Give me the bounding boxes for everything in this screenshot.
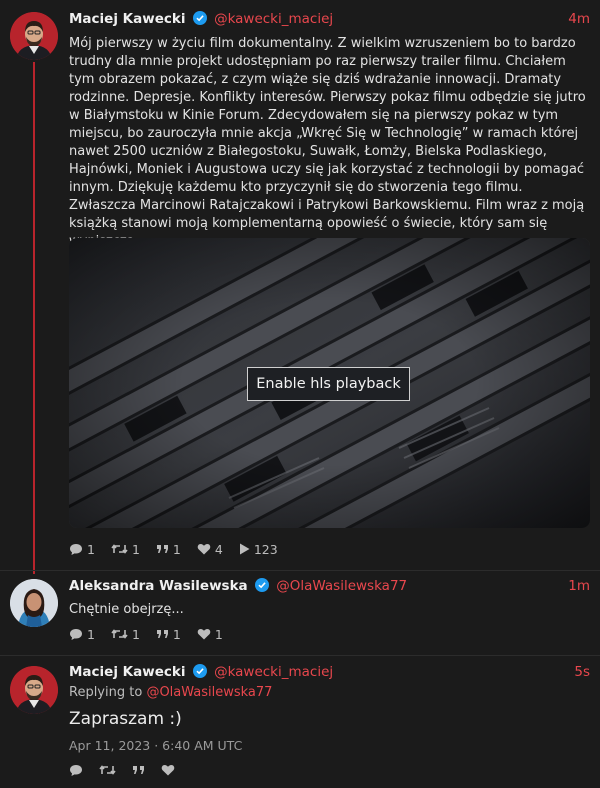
quote-button[interactable]	[132, 765, 145, 776]
like-button[interactable]	[161, 764, 175, 776]
tweet-actions: 1 1 1 1	[69, 626, 223, 642]
quote-count: 1	[172, 626, 181, 642]
like-count: 1	[214, 626, 223, 642]
reply-icon	[70, 764, 82, 776]
tweet-actions: 1 1 1 4 123	[69, 541, 278, 557]
heart-icon	[197, 544, 211, 555]
tweet-time[interactable]: 4m	[568, 11, 590, 27]
tweet-3: Maciej Kawecki @kawecki_maciej 5s Replyi…	[0, 656, 600, 788]
heart-icon	[161, 765, 175, 776]
reply-count: 1	[87, 541, 95, 557]
verified-icon	[192, 664, 207, 678]
like-count: 4	[214, 541, 223, 557]
retweet-count: 1	[131, 541, 140, 557]
tweet-text: Mój pierwszy w życiu film dokumentalny. …	[69, 36, 586, 249]
enable-hls-playback-button[interactable]: Enable hls playback	[247, 367, 410, 401]
replying-handle[interactable]: @OlaWasilewska77	[146, 685, 272, 700]
tweet-text: Chętnie obejrzę...	[69, 602, 184, 617]
tweet-text: Zapraszam :)	[69, 709, 182, 729]
like-button[interactable]: 1	[197, 627, 223, 642]
replying-to: Replying to @OlaWasilewska77	[69, 685, 272, 700]
quote-button[interactable]: 1	[156, 627, 181, 642]
retweet-icon	[111, 629, 128, 639]
like-button[interactable]: 4	[197, 542, 223, 557]
retweet-button[interactable]	[99, 764, 116, 776]
heart-icon	[197, 629, 211, 640]
views-button[interactable]: 123	[239, 542, 278, 557]
tweet-2: Aleksandra Wasilewska @OlaWasilewska77 1…	[0, 571, 600, 655]
replying-prefix: Replying to	[69, 685, 143, 700]
avatar[interactable]	[10, 666, 58, 714]
reply-button[interactable]: 1	[69, 627, 95, 642]
retweet-count: 1	[131, 626, 140, 642]
quote-icon	[133, 765, 144, 774]
play-icon	[239, 543, 250, 555]
quote-icon	[156, 544, 168, 553]
tweet-date[interactable]: Apr 11, 2023 · 6:40 AM UTC	[69, 738, 242, 753]
author-handle[interactable]: @OlaWasilewska77	[276, 578, 407, 594]
quote-icon	[156, 629, 168, 638]
tweet-time[interactable]: 1m	[568, 578, 590, 594]
retweet-icon	[111, 544, 128, 554]
reply-icon	[70, 628, 82, 640]
view-count: 123	[253, 541, 278, 557]
author-name[interactable]: Maciej Kawecki	[69, 11, 185, 27]
tweet-1: Maciej Kawecki @kawecki_maciej 4m Mój pi…	[0, 0, 600, 574]
tweet-header: Maciej Kawecki @kawecki_maciej 5s	[69, 664, 590, 684]
tweet-header: Maciej Kawecki @kawecki_maciej 4m	[69, 11, 590, 31]
author-handle[interactable]: @kawecki_maciej	[214, 11, 333, 27]
reply-count: 1	[87, 626, 95, 642]
avatar[interactable]	[10, 12, 58, 60]
tweet-header: Aleksandra Wasilewska @OlaWasilewska77 1…	[69, 578, 590, 598]
avatar[interactable]	[10, 579, 58, 627]
thread-line	[33, 62, 35, 574]
author-handle[interactable]: @kawecki_maciej	[214, 664, 333, 680]
tweet-actions	[69, 762, 175, 778]
verified-icon	[192, 11, 207, 25]
tweet-time[interactable]: 5s	[574, 664, 590, 680]
quote-button[interactable]: 1	[156, 542, 181, 557]
verified-icon	[254, 578, 269, 592]
retweet-icon	[99, 765, 116, 775]
reply-icon	[70, 543, 82, 555]
retweet-button[interactable]: 1	[111, 627, 140, 642]
quote-count: 1	[172, 541, 181, 557]
author-name[interactable]: Maciej Kawecki	[69, 664, 185, 680]
retweet-button[interactable]: 1	[111, 542, 140, 557]
reply-button[interactable]	[69, 764, 83, 777]
author-name[interactable]: Aleksandra Wasilewska	[69, 578, 248, 594]
reply-button[interactable]: 1	[69, 542, 95, 557]
